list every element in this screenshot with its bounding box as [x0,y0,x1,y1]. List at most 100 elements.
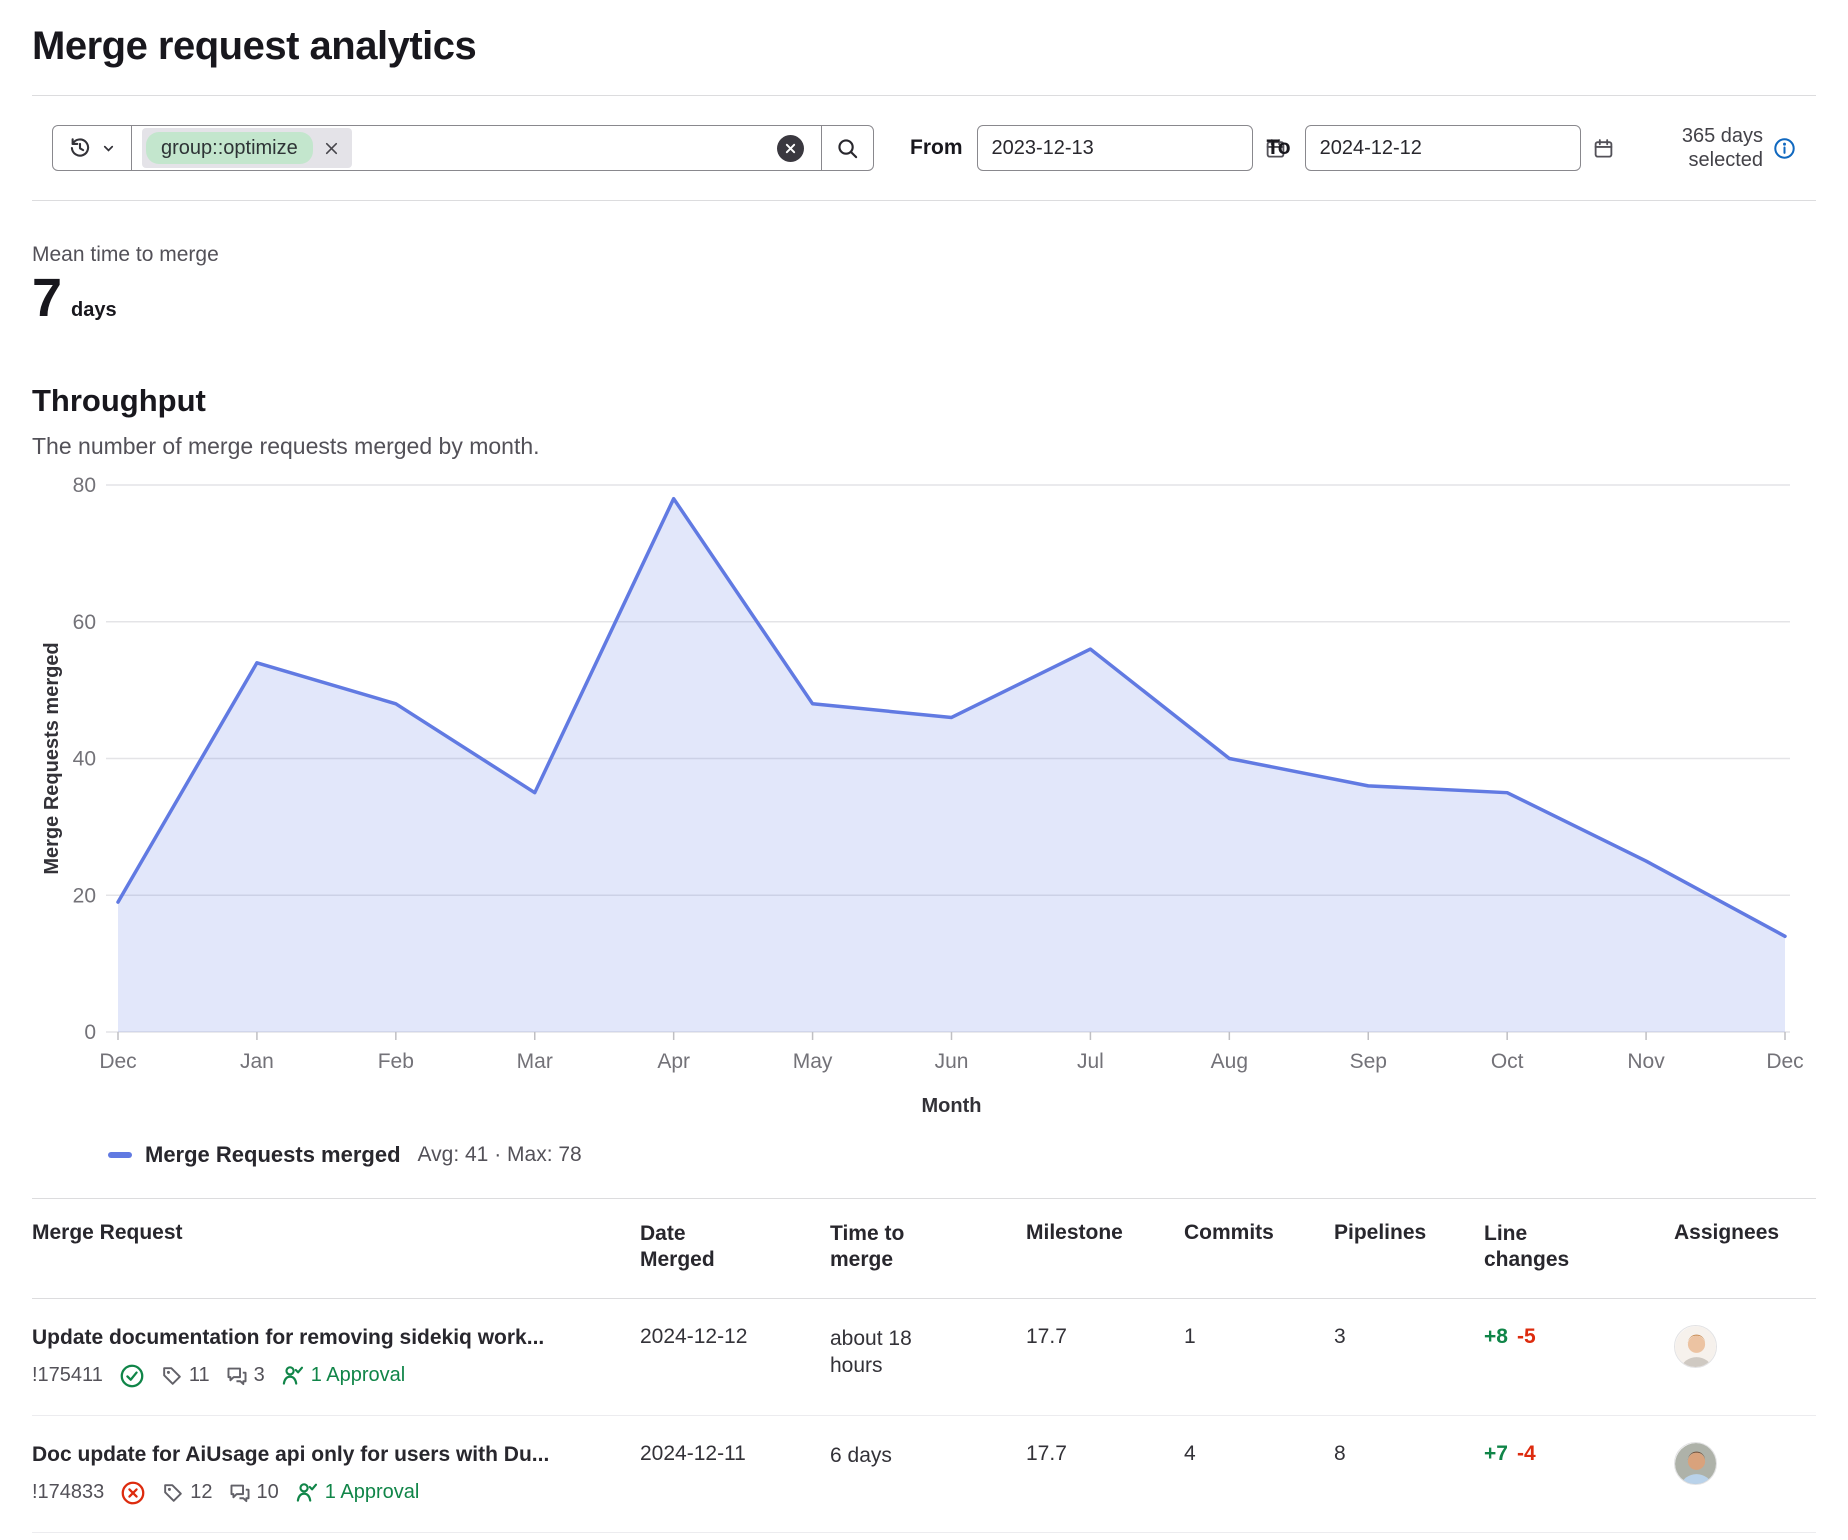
chart-legend[interactable]: Merge Requests merged Avg: 41 · Max: 78 [108,1142,1816,1168]
assignees-cell [1674,1298,1816,1415]
page-title: Merge request analytics [32,24,1816,69]
column-header-commits: Commits [1184,1199,1334,1299]
time-to-merge-cell: about 18 hours [830,1298,1026,1415]
to-date-field[interactable] [1305,125,1581,171]
comments-icon [226,1365,248,1387]
x-circle-icon [120,1480,146,1506]
days-selected: 365 days selected [1682,124,1796,172]
comments-icon [229,1482,251,1504]
area-fill [118,499,1785,1032]
days-selected-text: 365 days selected [1682,124,1763,172]
pipelines-cell: 3 [1334,1298,1484,1415]
search-button[interactable] [821,126,873,170]
legend-swatch [108,1152,132,1158]
merge-request-table: Merge RequestDate MergedTime to mergeMil… [32,1198,1816,1533]
legend-summary: Avg: 41 · Max: 78 [418,1143,582,1167]
column-header-date-merged: Date Merged [640,1199,830,1299]
y-axis-tick-label: 0 [84,1021,96,1044]
merge-request-title[interactable]: Update documentation for removing sideki… [32,1325,630,1350]
throughput-chart: 020406080DecJanFebMarAprMayJunJulAugSepO… [32,460,1816,1140]
assignee-avatar[interactable] [1674,1325,1717,1368]
column-header-merge-request: Merge Request [32,1199,640,1299]
labels-badge: 11 [161,1364,210,1387]
search-token: group::optimize [142,128,352,168]
merge-request-cell: Doc update for AiUsage api only for user… [32,1415,640,1532]
y-axis-title: Merge Requests merged [41,642,63,874]
search-input[interactable] [360,137,769,160]
filtered-search-field[interactable]: group::optimize [132,126,821,170]
merge-request-title[interactable]: Doc update for AiUsage api only for user… [32,1442,630,1467]
milestone-cell[interactable]: 17.7 [1026,1298,1184,1415]
merge-request-id[interactable]: !174833 [32,1481,104,1504]
legend-label: Merge Requests merged [145,1142,401,1168]
stat-unit: days [71,299,117,322]
x-axis-tick-label: Feb [378,1050,414,1073]
check-circle-icon [119,1363,145,1389]
clear-search-button[interactable] [777,135,804,162]
line-changes-cell: +7-4 [1484,1415,1674,1532]
stat-label: Mean time to merge [32,243,1816,267]
x-axis-tick-label: Mar [517,1050,553,1073]
from-date-input[interactable] [992,137,1257,160]
column-header-milestone: Milestone [1026,1199,1184,1299]
x-axis-tick-label: Dec [1766,1050,1803,1073]
date-merged-cell: 2024-12-12 [640,1298,830,1415]
pipelines-cell: 8 [1334,1415,1484,1532]
table-row: Update documentation for removing sideki… [32,1298,1816,1415]
mean-time-to-merge-stat: Mean time to merge 7 days [32,243,1816,325]
search-token-label: group::optimize [146,132,313,164]
commits-cell: 4 [1184,1415,1334,1532]
avatar-image [1675,1326,1717,1368]
x-axis-tick-label: Aug [1211,1050,1248,1073]
milestone-cell[interactable]: 17.7 [1026,1415,1184,1532]
commits-cell: 1 [1184,1298,1334,1415]
labels-badge: 12 [162,1481,212,1504]
x-axis-tick-label: Sep [1350,1050,1387,1073]
calendar-icon [1593,138,1614,159]
history-icon [68,136,92,160]
y-axis-tick-label: 40 [73,748,96,771]
info-icon[interactable] [1773,137,1796,160]
throughput-subtitle: The number of merge requests merged by m… [32,433,1816,460]
approval-icon [281,1364,304,1387]
pipeline-status-icon[interactable] [120,1480,146,1506]
avatar-image [1675,1443,1717,1485]
x-axis-title: Month [922,1095,982,1117]
search-icon [836,137,859,160]
column-header-assignees: Assignees [1674,1199,1816,1299]
comments-badge: 3 [226,1364,265,1387]
assignee-avatar[interactable] [1674,1442,1717,1485]
x-axis-tick-label: Jul [1077,1050,1104,1073]
x-axis-tick-label: Nov [1627,1050,1665,1073]
merge-request-cell: Update documentation for removing sideki… [32,1298,640,1415]
column-header-time-to-merge: Time to merge [830,1199,1026,1299]
approval-icon [295,1481,318,1504]
time-to-merge-cell: 6 days [830,1415,1026,1532]
y-axis-tick-label: 60 [73,611,96,634]
filtered-search: group::optimize [52,125,874,171]
throughput-title: Throughput [32,383,1816,419]
column-header-line-changes: Line changes [1484,1199,1674,1299]
line-changes-cell: +8-5 [1484,1298,1674,1415]
approval-badge: 1 Approval [295,1481,420,1504]
label-icon [162,1482,184,1504]
token-remove-button[interactable] [315,140,348,157]
stat-value: 7 [32,271,62,325]
search-history-button[interactable] [53,126,132,170]
pipeline-status-icon[interactable] [119,1363,145,1389]
x-axis-tick-label: Oct [1491,1050,1524,1073]
chevron-down-icon [101,141,116,156]
x-axis-tick-label: Jun [935,1050,969,1073]
to-date-input[interactable] [1320,137,1585,160]
x-axis-tick-label: Dec [99,1050,136,1073]
merge-request-id[interactable]: !175411 [32,1364,103,1387]
from-date-field[interactable] [977,125,1253,171]
column-header-pipelines: Pipelines [1334,1199,1484,1299]
comments-badge: 10 [229,1481,279,1504]
throughput-chart-wrap: 020406080DecJanFebMarAprMayJunJulAugSepO… [32,460,1816,1168]
y-axis-tick-label: 20 [73,884,96,907]
table-row: Doc update for AiUsage api only for user… [32,1415,1816,1532]
x-axis-tick-label: Apr [657,1050,690,1073]
x-axis-tick-label: Jan [240,1050,274,1073]
x-axis-tick-label: May [793,1050,833,1073]
